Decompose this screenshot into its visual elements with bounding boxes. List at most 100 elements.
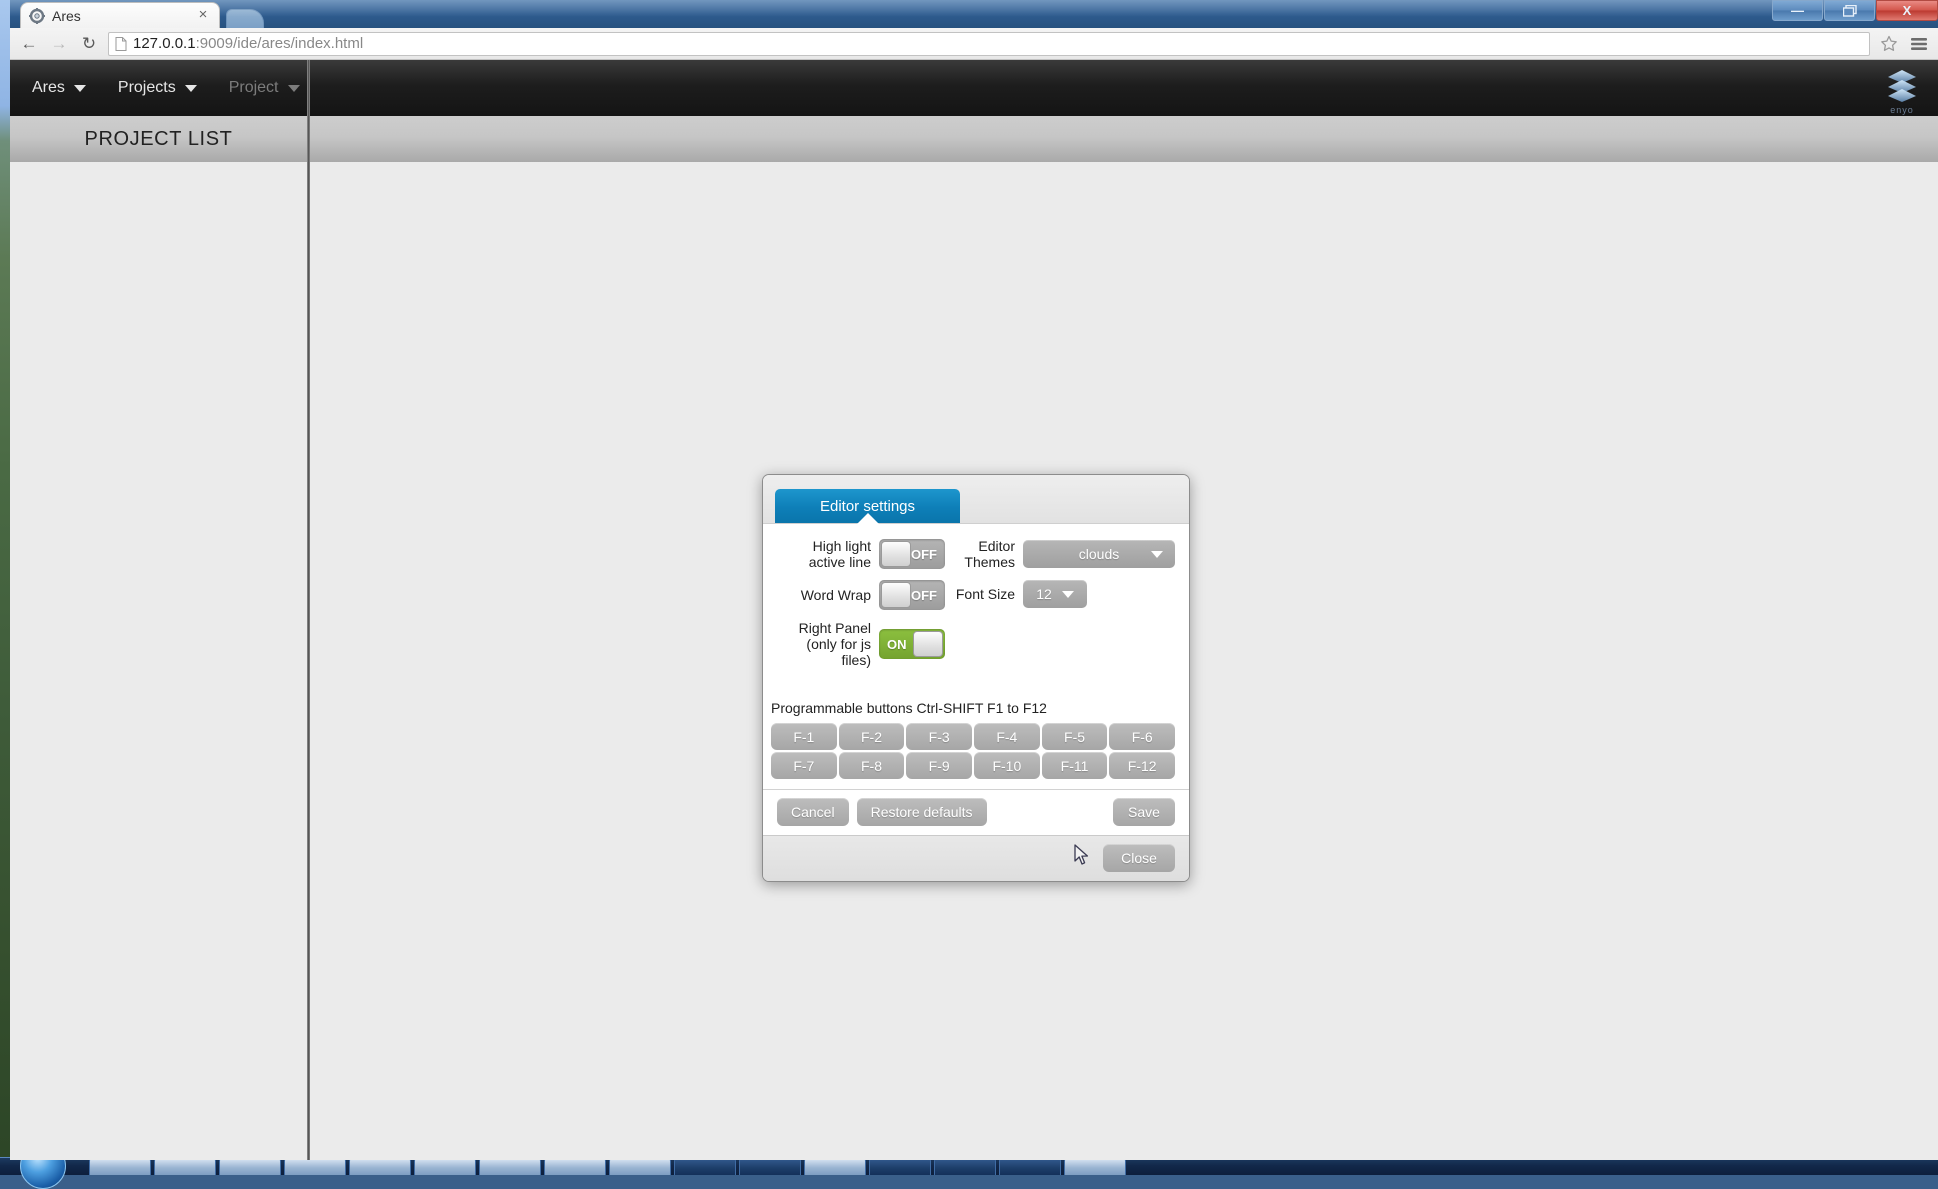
toggle-knob bbox=[881, 582, 911, 608]
menu-projects-label: Projects bbox=[118, 79, 176, 97]
f-button-1[interactable]: F-1 bbox=[771, 723, 837, 750]
dialog-footer-bar: Close bbox=[763, 835, 1189, 881]
chevron-down-icon bbox=[1062, 591, 1074, 598]
dialog-action-bar: Cancel Restore defaults Save bbox=[763, 789, 1189, 835]
editor-themes-select[interactable]: clouds bbox=[1023, 540, 1175, 568]
highlight-active-line-toggle[interactable]: OFF bbox=[879, 539, 945, 569]
mouse-cursor bbox=[1074, 844, 1092, 873]
label-line-2: active line bbox=[809, 554, 871, 570]
chevron-down-icon bbox=[1151, 551, 1163, 558]
label-line-1: Editor bbox=[953, 538, 1015, 554]
settings-column-left: High light active line OFF Word Wrap bbox=[771, 538, 945, 678]
address-bar[interactable]: 127.0.0.1:9009/ide/ares/index.html bbox=[108, 32, 1870, 56]
taskbar-item[interactable] bbox=[869, 1158, 931, 1175]
taskbar-item[interactable] bbox=[609, 1158, 671, 1175]
editor-themes-label: Editor Themes bbox=[953, 538, 1015, 570]
f-button-7[interactable]: F-7 bbox=[771, 752, 837, 779]
tab-close-icon[interactable]: × bbox=[195, 8, 211, 24]
f-button-4[interactable]: F-4 bbox=[974, 723, 1040, 750]
f-button-9[interactable]: F-9 bbox=[906, 752, 972, 779]
close-window-button[interactable]: X bbox=[1876, 0, 1938, 21]
toggle-state-label: ON bbox=[879, 637, 915, 652]
bookmark-star-icon[interactable] bbox=[1878, 33, 1900, 55]
f-button-8[interactable]: F-8 bbox=[839, 752, 905, 779]
new-tab-button[interactable] bbox=[226, 9, 264, 28]
maximize-button[interactable] bbox=[1824, 0, 1875, 21]
f-button-2[interactable]: F-2 bbox=[839, 723, 905, 750]
f-button-5[interactable]: F-5 bbox=[1042, 723, 1108, 750]
word-wrap-toggle[interactable]: OFF bbox=[879, 580, 945, 610]
taskbar-item[interactable] bbox=[479, 1158, 541, 1175]
restore-defaults-button[interactable]: Restore defaults bbox=[857, 798, 987, 826]
close-button[interactable]: Close bbox=[1103, 844, 1175, 872]
font-size-value: 12 bbox=[1036, 586, 1052, 602]
tab-pointer-icon bbox=[857, 513, 879, 524]
project-list-pane bbox=[10, 162, 307, 1160]
settings-column-right: Editor Themes clouds Font Size 12 bbox=[945, 538, 1175, 678]
taskbar-item[interactable] bbox=[219, 1158, 281, 1175]
enyo-logo-icon: enyo bbox=[1882, 68, 1922, 112]
taskbar-item[interactable] bbox=[89, 1158, 151, 1175]
f-button-10[interactable]: F-10 bbox=[974, 752, 1040, 779]
app-menu-bar: Ares Projects Project bbox=[10, 60, 1938, 116]
menu-project[interactable]: Project bbox=[213, 60, 316, 116]
save-button[interactable]: Save bbox=[1113, 798, 1175, 826]
taskbar-item[interactable] bbox=[999, 1158, 1061, 1175]
label-line-1: High light bbox=[809, 538, 871, 554]
enyo-brand-label: enyo bbox=[1882, 105, 1922, 115]
window-controls: — X bbox=[1771, 0, 1938, 22]
browser-tab-ares[interactable]: Ares × bbox=[20, 2, 220, 28]
taskbar-item[interactable] bbox=[414, 1158, 476, 1175]
taskbar-item[interactable] bbox=[934, 1158, 996, 1175]
taskbar-item[interactable] bbox=[349, 1158, 411, 1175]
back-icon[interactable]: ← bbox=[18, 33, 40, 55]
dialog-tab-bar: Editor settings bbox=[763, 475, 1189, 523]
taskbar-item[interactable] bbox=[284, 1158, 346, 1175]
f-button-6[interactable]: F-6 bbox=[1109, 723, 1175, 750]
font-size-select[interactable]: 12 bbox=[1023, 580, 1087, 608]
editor-settings-dialog: Editor settings High light active line bbox=[762, 474, 1190, 882]
dialog-body: High light active line OFF Word Wrap bbox=[763, 523, 1189, 789]
url-path: :9009/ide/ares/index.html bbox=[196, 35, 364, 52]
chevron-down-icon bbox=[288, 85, 300, 92]
menu-ares-label: Ares bbox=[32, 79, 65, 97]
label-line-2: Themes bbox=[953, 554, 1015, 570]
url-host: 127.0.0.1 bbox=[133, 35, 196, 52]
tab-editor-settings-label: Editor settings bbox=[820, 498, 915, 515]
taskbar-item[interactable] bbox=[739, 1158, 801, 1175]
label-line-2: (only for js bbox=[799, 636, 871, 652]
browser-menu-icon[interactable] bbox=[1908, 33, 1930, 55]
cancel-button[interactable]: Cancel bbox=[777, 798, 849, 826]
f-button-12[interactable]: F-12 bbox=[1109, 752, 1175, 779]
setting-font-size: Font Size 12 bbox=[953, 580, 1175, 608]
editor-themes-value: clouds bbox=[1079, 546, 1119, 562]
menu-ares[interactable]: Ares bbox=[10, 60, 102, 116]
setting-right-panel: Right Panel (only for js files) ON bbox=[771, 620, 945, 668]
f-button-11[interactable]: F-11 bbox=[1042, 752, 1108, 779]
right-panel-toggle[interactable]: ON bbox=[879, 629, 945, 659]
gear-favicon-icon bbox=[29, 8, 45, 24]
browser-tab-title: Ares bbox=[52, 8, 195, 24]
word-wrap-label: Word Wrap bbox=[801, 587, 871, 603]
setting-highlight-active-line: High light active line OFF bbox=[771, 538, 945, 570]
pane-divider[interactable] bbox=[307, 60, 310, 1160]
menu-projects[interactable]: Projects bbox=[102, 60, 213, 116]
menu-project-label: Project bbox=[229, 79, 279, 97]
programmable-buttons-caption: Programmable buttons Ctrl-SHIFT F1 to F1… bbox=[771, 700, 1175, 716]
toggle-knob bbox=[913, 631, 943, 657]
taskbar-item[interactable] bbox=[154, 1158, 216, 1175]
taskbar-item[interactable] bbox=[544, 1158, 606, 1175]
minimize-button[interactable]: — bbox=[1772, 0, 1823, 21]
chevron-down-icon bbox=[74, 85, 86, 92]
tab-editor-settings[interactable]: Editor settings bbox=[775, 489, 960, 523]
f-button-3[interactable]: F-3 bbox=[906, 723, 972, 750]
reload-icon[interactable]: ↻ bbox=[78, 33, 100, 55]
forward-icon[interactable]: → bbox=[48, 33, 70, 55]
taskbar-item[interactable] bbox=[1064, 1158, 1126, 1175]
programmable-buttons-section: Programmable buttons Ctrl-SHIFT F1 to F1… bbox=[771, 700, 1175, 779]
page-title: PROJECT LIST bbox=[10, 128, 307, 151]
highlight-active-line-label: High light active line bbox=[809, 538, 871, 570]
taskbar-item[interactable] bbox=[804, 1158, 866, 1175]
taskbar-item[interactable] bbox=[674, 1158, 736, 1175]
ares-ide: Ares Projects Project bbox=[10, 60, 1938, 1160]
